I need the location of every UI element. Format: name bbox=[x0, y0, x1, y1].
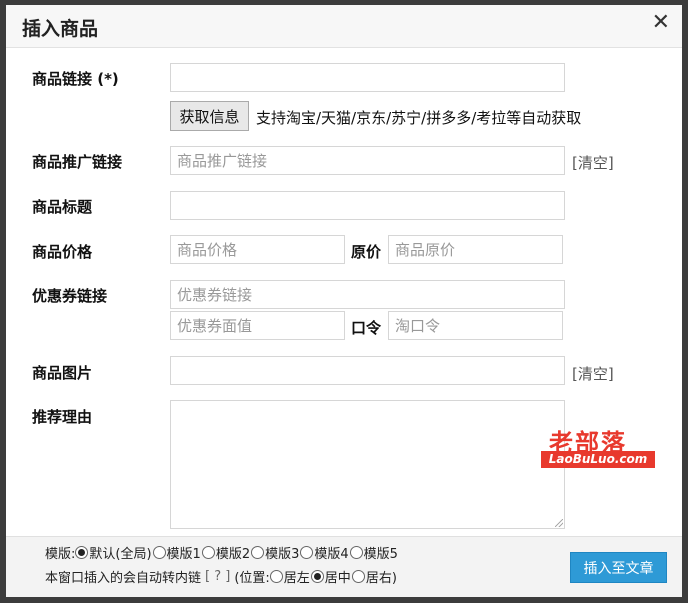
product-link-label: 商品链接 (*) bbox=[32, 70, 119, 88]
resize-grip-icon[interactable] bbox=[555, 519, 563, 527]
radio-icon[interactable] bbox=[310, 570, 324, 583]
original-price-input[interactable] bbox=[388, 235, 563, 264]
coupon-code-input[interactable] bbox=[388, 311, 563, 340]
image-label: 商品图片 bbox=[32, 364, 93, 382]
coupon-link-input[interactable] bbox=[170, 280, 565, 309]
coupon-code-label: 口令 bbox=[351, 319, 382, 337]
reason-textarea[interactable] bbox=[170, 400, 565, 529]
radio-icon[interactable] bbox=[152, 546, 166, 559]
position-option-right[interactable]: 居右) bbox=[351, 567, 397, 586]
radio-icon[interactable] bbox=[351, 570, 365, 583]
original-price-label: 原价 bbox=[351, 243, 382, 261]
price-label: 商品价格 bbox=[32, 243, 93, 261]
close-icon[interactable]: ✕ bbox=[652, 10, 670, 35]
radio-icon[interactable] bbox=[300, 546, 314, 559]
template-option-2[interactable]: 模版2 bbox=[201, 543, 250, 562]
insert-product-dialog: 插入商品 ✕ 商品链接 (*) 获取信息 支持淘宝/天猫/京东/苏宁/拼多多/考… bbox=[0, 0, 688, 603]
dialog-title: 插入商品 bbox=[22, 18, 99, 40]
template-option-3[interactable]: 模版3 bbox=[251, 543, 299, 562]
radio-icon[interactable] bbox=[75, 546, 89, 559]
radio-icon[interactable] bbox=[269, 570, 283, 583]
insert-to-article-button[interactable]: 插入至文章 bbox=[570, 552, 667, 583]
radio-icon[interactable] bbox=[251, 546, 265, 559]
promo-link-clear-link[interactable]: [清空] bbox=[572, 152, 614, 173]
dialog-titlebar: 插入商品 ✕ bbox=[6, 5, 682, 48]
template-option-1[interactable]: 模版1 bbox=[152, 543, 201, 562]
auto-link-notice: 本窗口插入的会自动转内链 bbox=[45, 571, 202, 586]
dialog-footer: 模版: 默认(全局) 模版1 模版2 模版3 模版4 模版5 本窗口插入的会自动… bbox=[6, 536, 682, 597]
template-option-default[interactable]: 默认(全局) bbox=[75, 543, 152, 562]
radio-icon[interactable] bbox=[201, 546, 215, 559]
image-input[interactable] bbox=[170, 356, 565, 385]
position-label: (位置: bbox=[234, 571, 270, 586]
template-option-5[interactable]: 模版5 bbox=[349, 543, 398, 562]
position-option-center[interactable]: 居中 bbox=[310, 567, 351, 586]
title-label: 商品标题 bbox=[32, 198, 93, 216]
image-clear-link[interactable]: [清空] bbox=[572, 363, 614, 384]
radio-icon[interactable] bbox=[349, 546, 363, 559]
template-option-4[interactable]: 模版4 bbox=[300, 543, 349, 562]
promo-link-label: 商品推广链接 bbox=[32, 153, 123, 171]
fetch-hint: 支持淘宝/天猫/京东/苏宁/拼多多/考拉等自动获取 bbox=[256, 109, 582, 127]
position-row: 本窗口插入的会自动转内链 [ ? ] (位置: 居左 居中 居右) bbox=[45, 567, 398, 586]
template-row: 模版: 默认(全局) 模版1 模版2 模版3 模版4 模版5 bbox=[45, 543, 399, 562]
title-input[interactable] bbox=[170, 191, 565, 220]
template-label: 模版: bbox=[45, 547, 76, 562]
position-option-left[interactable]: 居左 bbox=[269, 567, 310, 586]
product-link-input[interactable] bbox=[170, 63, 565, 92]
help-link[interactable]: [ ? ] bbox=[205, 569, 230, 584]
fetch-info-button[interactable]: 获取信息 bbox=[170, 101, 249, 131]
price-input[interactable] bbox=[170, 235, 345, 264]
promo-link-input[interactable] bbox=[170, 146, 565, 175]
reason-wrapper bbox=[170, 400, 565, 529]
reason-label: 推荐理由 bbox=[32, 408, 93, 426]
coupon-link-label: 优惠券链接 bbox=[32, 287, 108, 305]
coupon-value-input[interactable] bbox=[170, 311, 345, 340]
watermark-domain: LaoBuLuo.com bbox=[541, 451, 655, 468]
